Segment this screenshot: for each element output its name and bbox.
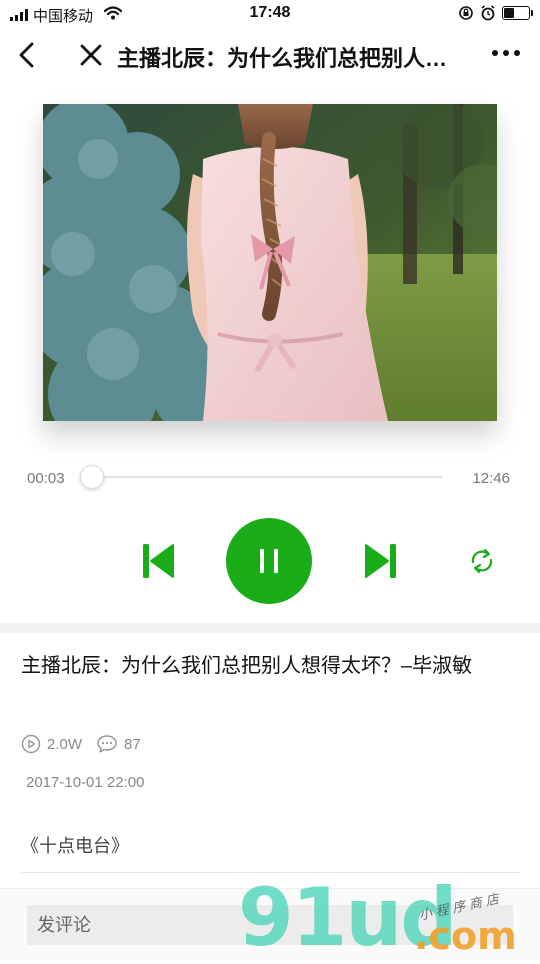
nav-bar: 主播北辰：为什么我们总把别人想得太坏？-毕淑敏 [0, 30, 540, 82]
comments-count: 87 [124, 735, 141, 753]
previous-icon[interactable] [143, 543, 175, 579]
progress-knob[interactable] [80, 465, 105, 489]
current-time: 00:03 [27, 470, 65, 487]
publish-date: 2017-10-01 22:00 [26, 774, 145, 791]
alarm-icon [481, 5, 495, 21]
pause-button[interactable] [226, 518, 312, 604]
pause-icon [260, 549, 278, 573]
close-icon[interactable] [78, 42, 104, 68]
plays-stat: 2.0W [21, 734, 82, 754]
section-divider [0, 623, 540, 633]
rotation-lock-icon [459, 6, 473, 20]
play-count-icon [21, 734, 41, 754]
nav-title: 主播北辰：为什么我们总把别人想得太坏？-毕淑敏 [117, 46, 462, 71]
cover-image [43, 104, 497, 421]
more-dots-icon[interactable] [492, 50, 520, 56]
battery-icon [502, 6, 533, 20]
status-icons [458, 5, 533, 21]
watermark-domain: .com [414, 914, 517, 958]
next-icon[interactable] [364, 543, 396, 579]
loop-icon[interactable] [468, 548, 496, 574]
episode-stats: 2.0W 87 [21, 734, 155, 754]
chevron-left-icon[interactable] [14, 40, 40, 70]
comment-count-icon [97, 735, 117, 753]
album-link[interactable]: 《十点电台》 [21, 832, 129, 858]
plays-count: 2.0W [47, 735, 83, 753]
status-bar: 中国移动 17:48 [0, 0, 540, 30]
total-time: 12:46 [472, 470, 510, 487]
episode-title: 主播北辰：为什么我们总把别人想得太坏？–毕淑敏 [21, 655, 473, 677]
progress-track[interactable] [90, 476, 442, 478]
comments-stat: 87 [96, 734, 141, 754]
